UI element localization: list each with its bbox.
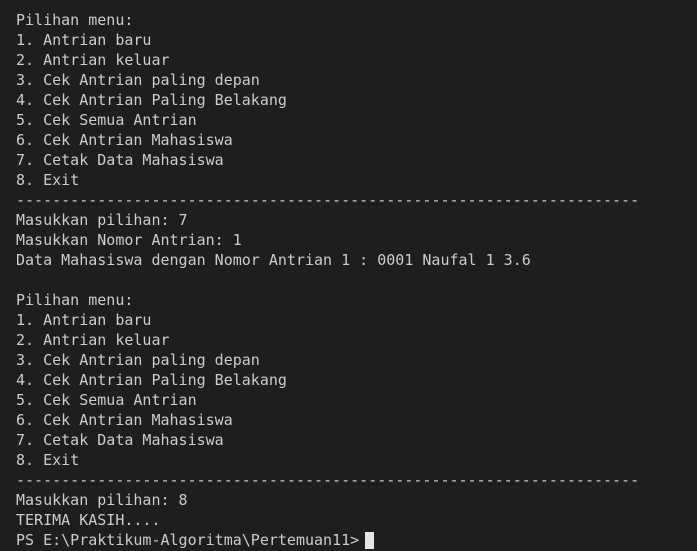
input-number-line: Masukkan Nomor Antrian: 1 — [16, 231, 242, 249]
terminal-output[interactable]: Pilihan menu: 1. Antrian baru 2. Antrian… — [0, 0, 697, 551]
menu-item-3: 3. Cek Antrian paling depan — [16, 71, 260, 89]
input-choice-line: Masukkan pilihan: 7 — [16, 211, 188, 229]
menu-item-4: 4. Cek Antrian Paling Belakang — [16, 91, 287, 109]
menu-item-1: 1. Antrian baru — [16, 311, 152, 329]
menu-item-3: 3. Cek Antrian paling depan — [16, 351, 260, 369]
goodbye-message: TERIMA KASIH.... — [16, 511, 161, 529]
menu-item-2: 2. Antrian keluar — [16, 331, 170, 349]
menu-title: Pilihan menu: — [16, 291, 134, 309]
menu-item-7: 7. Cetak Data Mahasiswa — [16, 431, 224, 449]
result-line: Data Mahasiswa dengan Nomor Antrian 1 : … — [16, 251, 531, 269]
menu-item-6: 6. Cek Antrian Mahasiswa — [16, 131, 233, 149]
shell-prompt-line[interactable]: PS E:\Praktikum-Algoritma\Pertemuan11> — [16, 530, 697, 550]
text-cursor — [365, 531, 375, 549]
menu-item-5: 5. Cek Semua Antrian — [16, 391, 197, 409]
separator-line: ----------------------------------------… — [16, 471, 638, 489]
menu-item-2: 2. Antrian keluar — [16, 51, 170, 69]
menu-item-8: 8. Exit — [16, 451, 80, 469]
menu-title: Pilihan menu: — [16, 11, 134, 29]
menu-item-5: 5. Cek Semua Antrian — [16, 111, 197, 129]
input-choice-line: Masukkan pilihan: 8 — [16, 491, 188, 509]
shell-prompt: PS E:\Praktikum-Algoritma\Pertemuan11> — [16, 531, 360, 549]
menu-item-4: 4. Cek Antrian Paling Belakang — [16, 371, 287, 389]
menu-item-6: 6. Cek Antrian Mahasiswa — [16, 411, 233, 429]
separator-line: ----------------------------------------… — [16, 191, 638, 209]
menu-item-1: 1. Antrian baru — [16, 31, 152, 49]
menu-item-7: 7. Cetak Data Mahasiswa — [16, 151, 224, 169]
menu-item-8: 8. Exit — [16, 171, 80, 189]
